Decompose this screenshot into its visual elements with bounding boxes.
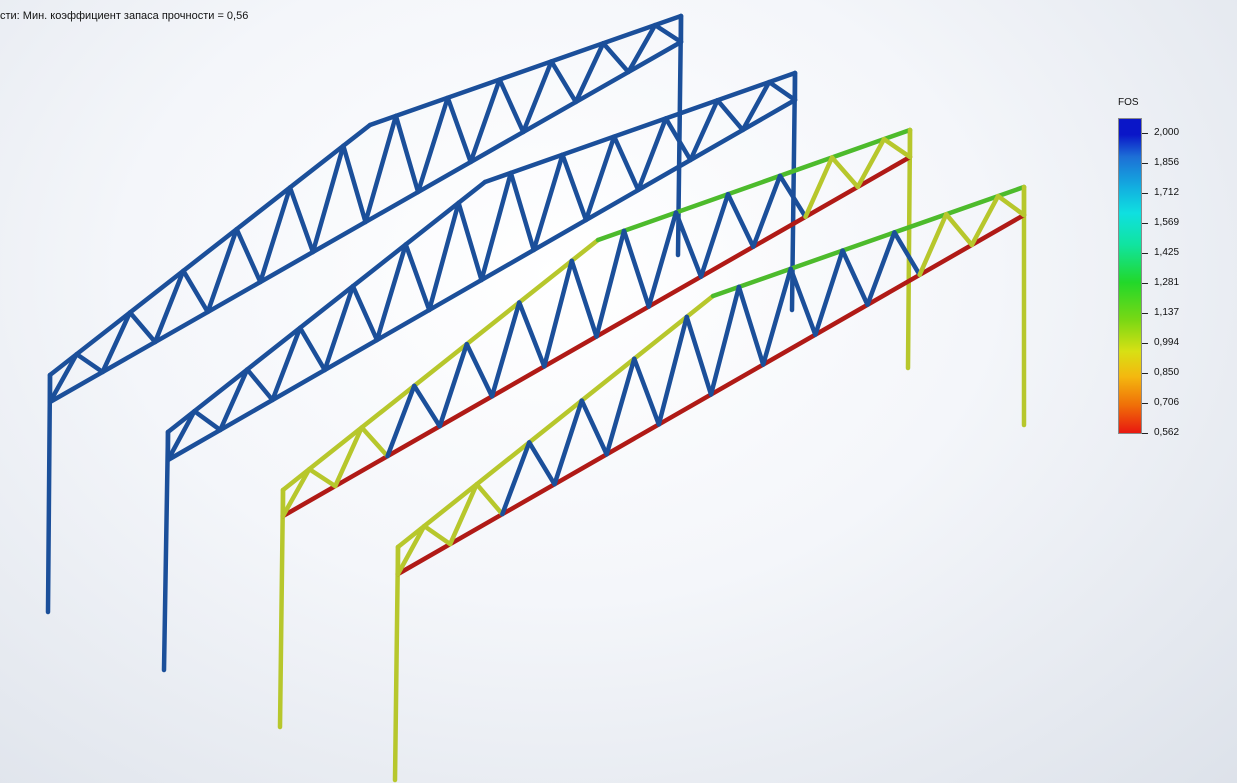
legend-tick-label: 0,994	[1154, 337, 1180, 348]
web-diagonal	[611, 134, 641, 193]
right-column	[905, 127, 913, 371]
legend-tick-mark	[1142, 373, 1148, 374]
web-diagonal	[840, 248, 870, 307]
web-diagonal	[766, 79, 798, 103]
web-diagonal	[632, 356, 662, 427]
fos-legend: FOS 2,000 1,856 1,712 1,569 1,425 1,281 1,137 0…	[1104, 96, 1224, 446]
web-diagonal	[725, 191, 756, 249]
legend-colorbar	[1118, 118, 1142, 434]
legend-tick-label: 0,562	[1154, 427, 1180, 438]
left-column	[161, 429, 171, 673]
web-diagonal	[517, 300, 547, 369]
web-diagonal	[422, 523, 453, 547]
legend-tick-mark	[1142, 193, 1148, 194]
legend-tick-label: 0,706	[1154, 397, 1180, 408]
web-diagonal	[445, 95, 473, 165]
web-diagonal	[569, 258, 599, 339]
web-diagonal	[652, 22, 684, 45]
legend-tick-label: 0,850	[1154, 367, 1180, 378]
web-diagonal	[508, 170, 536, 253]
legend-tick-label: 1,569	[1154, 217, 1180, 228]
web-diagonal	[474, 482, 505, 517]
legend-tick-mark	[1142, 133, 1148, 134]
web-diagonal	[636, 116, 669, 193]
web-diagonal	[736, 284, 766, 367]
legend-tick-label: 1,856	[1154, 157, 1180, 168]
legend-tick-mark	[1142, 313, 1148, 314]
web-diagonal	[788, 266, 818, 337]
web-diagonal	[127, 310, 158, 345]
legend-tick-mark	[1142, 163, 1148, 164]
legend-tick-mark	[1142, 283, 1148, 284]
legend-tick-mark	[1142, 223, 1148, 224]
legend-title: FOS	[1118, 97, 1139, 108]
web-diagonal	[497, 77, 526, 135]
web-diagonal	[245, 367, 275, 403]
web-diagonal	[549, 59, 579, 105]
web-diagonal	[341, 143, 368, 225]
web-diagonal	[287, 185, 316, 255]
legend-tick-label: 1,281	[1154, 277, 1180, 288]
web-diagonal	[527, 440, 557, 487]
legend-tick-mark	[1142, 253, 1148, 254]
web-diagonal	[579, 398, 609, 457]
web-diagonal	[181, 268, 210, 315]
web-diagonal	[560, 152, 589, 223]
web-diagonal	[192, 408, 223, 433]
web-diagonal	[621, 228, 651, 309]
web-diagonal	[359, 425, 390, 459]
web-diagonal	[403, 242, 432, 313]
web-diagonal	[601, 41, 631, 75]
web-diagonal	[456, 200, 484, 283]
web-diagonal	[412, 383, 442, 429]
web-diagonal	[829, 155, 860, 190]
truss-frames-view[interactable]	[0, 0, 1237, 783]
web-diagonal	[234, 226, 263, 285]
legend-tick-label: 1,137	[1154, 307, 1180, 318]
left-column	[45, 372, 53, 615]
web-diagonal	[464, 341, 495, 399]
web-diagonal	[881, 136, 913, 160]
web-diagonal	[393, 113, 421, 195]
web-diagonal	[307, 466, 338, 489]
web-diagonal	[684, 314, 714, 397]
legend-tick-label: 1,425	[1154, 247, 1180, 258]
web-diagonal	[74, 351, 105, 375]
legend-tick-label: 1,712	[1154, 187, 1180, 198]
left-column	[392, 544, 401, 783]
top-chord-left	[47, 122, 373, 378]
web-diagonal	[350, 283, 380, 343]
left-column	[277, 487, 286, 730]
legend-tick-mark	[1142, 403, 1148, 404]
web-diagonal	[297, 325, 327, 373]
legend-tick-mark	[1142, 343, 1148, 344]
web-diagonal	[944, 212, 975, 248]
legend-tick-label: 2,000	[1154, 127, 1180, 138]
web-diagonal	[995, 193, 1027, 218]
legend-tick-mark	[1142, 433, 1148, 434]
web-diagonal	[715, 98, 745, 133]
